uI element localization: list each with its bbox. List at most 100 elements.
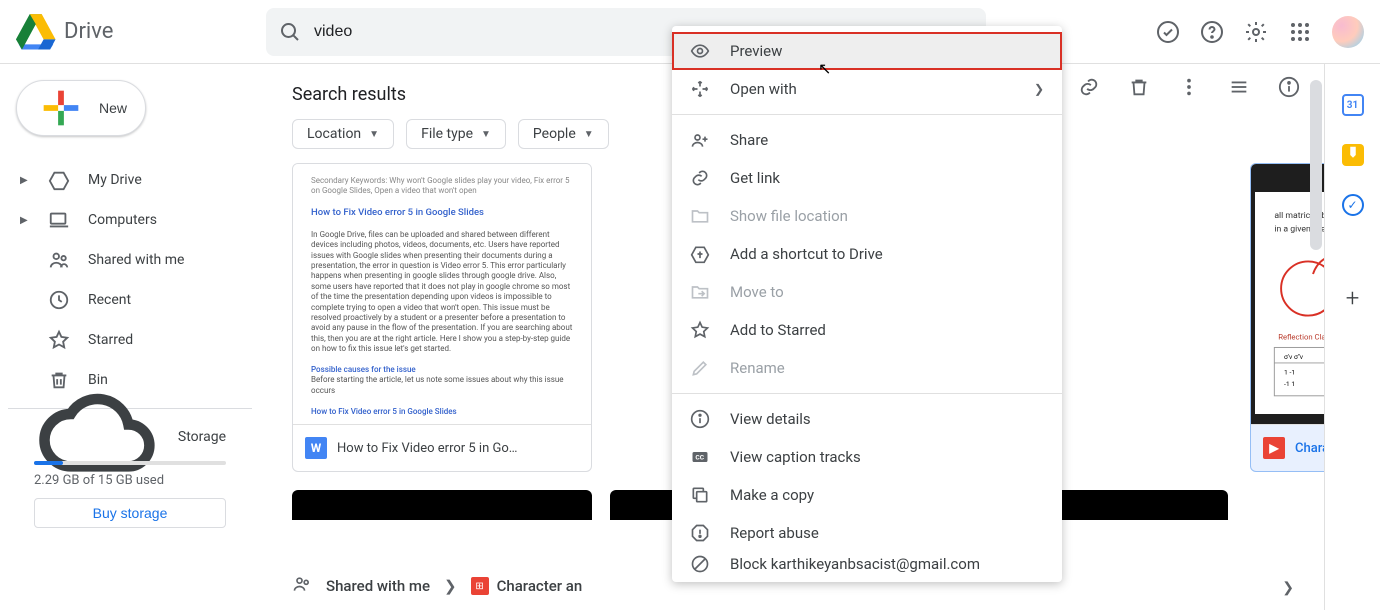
- sidebar-item-recent[interactable]: ▶ Recent: [8, 280, 252, 320]
- sidebar-item-label: Computers: [88, 212, 157, 228]
- menu-label: Report abuse: [730, 524, 819, 542]
- menu-item-report-abuse[interactable]: Report abuse: [672, 514, 1062, 552]
- keep-icon[interactable]: [1342, 144, 1364, 166]
- file-name: Character and Matrix Video 4.…: [1295, 441, 1324, 456]
- file-card[interactable]: Secondary Keywords: Why won't Google sli…: [292, 163, 592, 472]
- new-button[interactable]: New: [16, 80, 146, 136]
- add-addon-icon[interactable]: +: [1346, 284, 1360, 312]
- menu-label: Get link: [730, 169, 780, 187]
- settings-gear-icon[interactable]: [1244, 20, 1268, 44]
- sidebar: New ▶ My Drive ▶ Computers ▶ Shared with…: [0, 64, 260, 610]
- buy-storage-button[interactable]: Buy storage: [34, 498, 226, 528]
- calendar-icon[interactable]: 31: [1342, 94, 1364, 116]
- apps-grid-icon[interactable]: [1288, 20, 1312, 44]
- chip-label: File type: [421, 126, 473, 142]
- sidebar-item-label: My Drive: [88, 172, 142, 188]
- menu-label: Open with: [730, 80, 797, 98]
- file-card-footer: W How to Fix Video error 5 in Go…: [293, 424, 591, 471]
- cc-icon: CC: [690, 447, 710, 467]
- breadcrumb-next-icon[interactable]: ❯: [1282, 580, 1294, 596]
- menu-item-block[interactable]: Block karthikeyanbsacist@gmail.com: [672, 552, 1062, 576]
- menu-item-move-to: Move to: [672, 273, 1062, 311]
- shared-icon: [292, 574, 312, 598]
- menu-item-rename: Rename: [672, 349, 1062, 387]
- menu-label: View caption tracks: [730, 448, 861, 466]
- menu-label: Move to: [730, 283, 784, 301]
- account-avatar[interactable]: [1332, 16, 1364, 48]
- scrollbar[interactable]: [1310, 80, 1322, 250]
- menu-item-get-link[interactable]: Get link: [672, 159, 1062, 197]
- breadcrumb-item[interactable]: Shared with me: [326, 577, 430, 595]
- menu-item-add-starred[interactable]: Add to Starred: [672, 311, 1062, 349]
- sidebar-item-my-drive[interactable]: ▶ My Drive: [8, 160, 252, 200]
- info-icon[interactable]: [1278, 76, 1300, 98]
- copy-icon: [690, 485, 710, 505]
- docs-icon: W: [305, 437, 327, 459]
- more-vert-icon[interactable]: [1178, 76, 1200, 98]
- sidebar-item-computers[interactable]: ▶ Computers: [8, 200, 252, 240]
- chevron-right-icon: ❯: [444, 577, 457, 595]
- breadcrumb: Shared with me ❯ ⊞ Character an: [292, 574, 582, 598]
- menu-item-preview[interactable]: Preview: [672, 32, 1062, 70]
- context-menu: Preview Open with ❯ Share Get link Show …: [672, 26, 1062, 582]
- tasks-icon[interactable]: ✓: [1342, 194, 1364, 216]
- file-card-footer: ▶ Character and Matrix Video 4.…: [1251, 424, 1324, 471]
- chip-location[interactable]: Location ▼: [292, 119, 394, 149]
- star-icon: [48, 329, 70, 351]
- list-view-icon[interactable]: [1228, 76, 1250, 98]
- recent-icon: [48, 289, 70, 311]
- menu-item-make-copy[interactable]: Make a copy: [672, 476, 1062, 514]
- plus-icon: [35, 81, 87, 135]
- help-icon[interactable]: [1200, 20, 1224, 44]
- chevron-down-icon: ▼: [369, 129, 379, 140]
- menu-separator: [672, 114, 1062, 115]
- chip-label: Location: [307, 126, 361, 142]
- top-actions: [1156, 16, 1364, 48]
- svg-text:σ'v σ''v: σ'v σ''v: [1284, 353, 1304, 361]
- menu-item-open-with[interactable]: Open with ❯: [672, 70, 1062, 108]
- eye-icon: [690, 41, 710, 61]
- link-icon[interactable]: [1078, 76, 1100, 98]
- search-icon[interactable]: [278, 20, 302, 44]
- menu-label: Preview: [730, 42, 782, 60]
- drive-logo-icon: [16, 12, 56, 52]
- menu-label: Show file location: [730, 207, 848, 225]
- menu-item-add-shortcut[interactable]: Add a shortcut to Drive: [672, 235, 1062, 273]
- menu-label: Share: [730, 131, 768, 149]
- menu-item-share[interactable]: Share: [672, 121, 1062, 159]
- sidebar-item-label: Starred: [88, 332, 133, 348]
- my-drive-icon: [48, 169, 70, 191]
- sidebar-item-starred[interactable]: ▶ Starred: [8, 320, 252, 360]
- info-icon: [690, 409, 710, 429]
- menu-separator: [672, 393, 1062, 394]
- open-with-icon: [690, 79, 710, 99]
- chevron-down-icon: ▼: [584, 129, 594, 140]
- svg-text:1 -1: 1 -1: [1284, 369, 1295, 377]
- chevron-right-icon: ▶: [20, 175, 30, 186]
- menu-item-show-location: Show file location: [672, 197, 1062, 235]
- storage-used-text: 2.29 GB of 15 GB used: [8, 473, 252, 488]
- logo-area[interactable]: Drive: [16, 12, 266, 52]
- chip-file-type[interactable]: File type▼: [406, 119, 506, 149]
- ready-offline-icon[interactable]: [1156, 20, 1180, 44]
- chip-people[interactable]: People▼: [518, 119, 609, 149]
- report-icon: [690, 523, 710, 543]
- menu-item-captions[interactable]: CC View caption tracks: [672, 438, 1062, 476]
- folder-icon: [690, 206, 710, 226]
- video-icon: ⊞: [471, 577, 489, 595]
- sidebar-item-shared[interactable]: ▶ Shared with me: [8, 240, 252, 280]
- menu-item-view-details[interactable]: View details: [672, 400, 1062, 438]
- trash-icon[interactable]: [1128, 76, 1150, 98]
- sidebar-item-storage[interactable]: Storage: [8, 417, 252, 457]
- link-icon: [690, 168, 710, 188]
- share-icon: [690, 130, 710, 150]
- svg-text:CC: CC: [695, 454, 704, 462]
- menu-label: Add to Starred: [730, 321, 826, 339]
- svg-text:-1 1: -1 1: [1284, 380, 1295, 388]
- side-panel: 31 ✓ +: [1324, 64, 1380, 610]
- app-name: Drive: [64, 19, 113, 44]
- breadcrumb-current[interactable]: ⊞ Character an: [471, 577, 583, 595]
- svg-text:Reflection Class: Reflection Class: [1278, 333, 1324, 342]
- shortcut-icon: [690, 244, 710, 264]
- file-card[interactable]: [292, 490, 592, 520]
